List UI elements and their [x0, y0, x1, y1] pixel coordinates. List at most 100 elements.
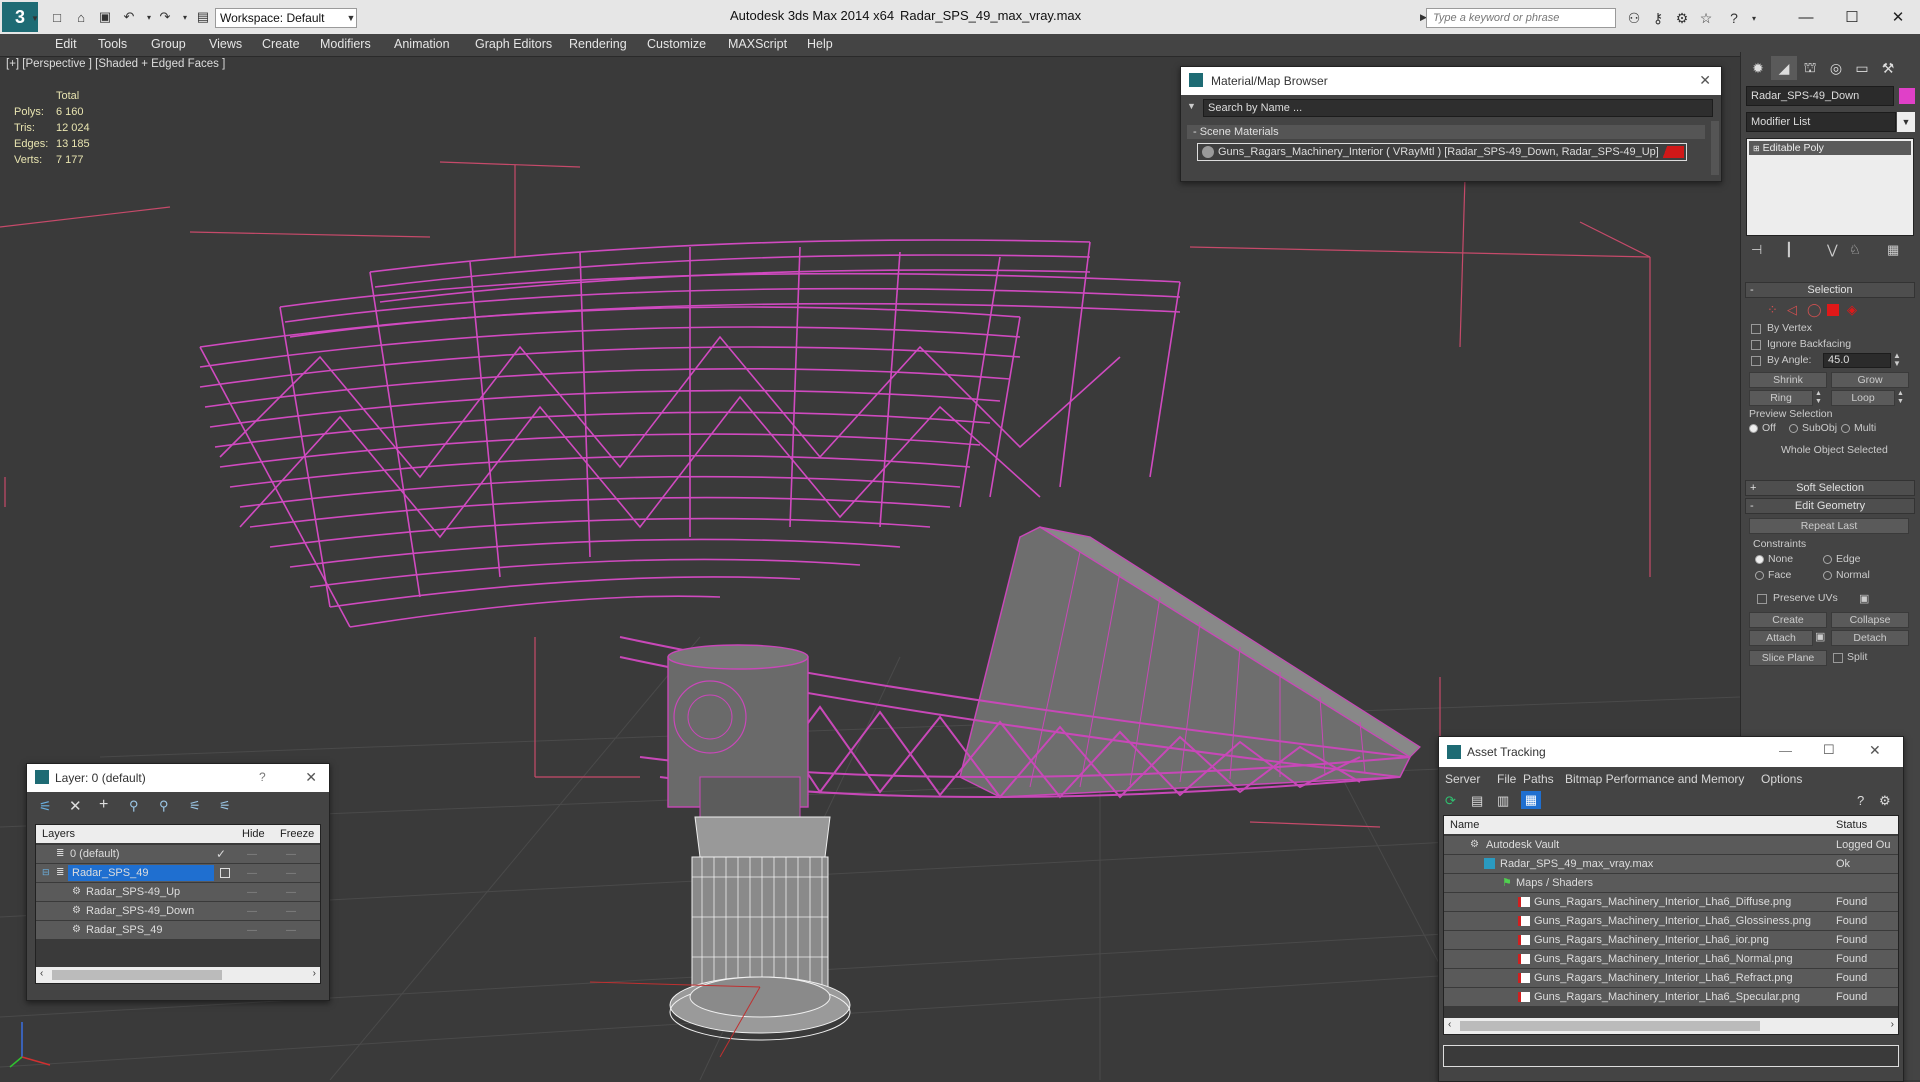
freeze-toggle[interactable]: — — [286, 925, 296, 936]
material-browser-close-icon[interactable]: ✕ — [1699, 72, 1711, 89]
object-name-field[interactable]: Radar_SPS-49_Down — [1746, 86, 1894, 106]
asset-maximize-icon[interactable]: ☐ — [1823, 742, 1835, 758]
hide-unhide-all-icon[interactable]: ⚟ — [189, 798, 201, 814]
repeat-last-button[interactable]: Repeat Last — [1749, 518, 1909, 534]
highlight-selected-layer-icon[interactable]: ⚲ — [159, 798, 169, 814]
layer-window-close-icon[interactable]: ✕ — [305, 769, 317, 786]
close-icon[interactable]: ✕ — [1878, 4, 1918, 30]
stack-expand-icon[interactable]: ⊞ — [1753, 144, 1760, 153]
border-mode-icon[interactable]: ◯ — [1807, 302, 1822, 318]
favorites-star-icon[interactable]: ☆ — [1696, 8, 1716, 28]
collapse-icon[interactable]: ⊟ — [42, 867, 50, 878]
asset-row[interactable]: Guns_Ragars_Machinery_Interior_Lha6_Norm… — [1444, 950, 1898, 968]
help-dropdown-icon[interactable]: ▾ — [1744, 8, 1764, 28]
constraint-face-radio[interactable] — [1755, 571, 1764, 580]
scroll-right-icon[interactable]: › — [313, 968, 316, 979]
preview-multi-radio[interactable] — [1841, 424, 1850, 433]
thumbnail-view-icon[interactable]: ▥ — [1497, 793, 1509, 809]
column-hide[interactable]: Hide — [242, 828, 265, 840]
selection-rollout-header[interactable]: - Selection — [1745, 282, 1915, 298]
column-status[interactable]: Status — [1836, 819, 1867, 831]
modifier-list-arrow-icon[interactable]: ▼ — [1897, 112, 1915, 132]
material-list-item[interactable]: Guns_Ragars_Machinery_Interior ( VRayMtl… — [1197, 143, 1687, 161]
browser-options-dropdown-icon[interactable]: ▼ — [1187, 101, 1196, 111]
object-color-swatch[interactable] — [1899, 88, 1915, 104]
asset-help-icon[interactable]: ? — [1857, 793, 1864, 808]
loop-button[interactable]: Loop — [1831, 390, 1895, 406]
shrink-button[interactable]: Shrink — [1749, 372, 1827, 388]
refresh-icon[interactable]: ⟳ — [1445, 793, 1456, 809]
minimize-icon[interactable]: — — [1786, 4, 1826, 30]
scroll-thumb[interactable] — [52, 970, 222, 980]
modify-tab-icon[interactable]: ◢ — [1771, 56, 1797, 80]
maximize-icon[interactable]: ☐ — [1832, 4, 1872, 30]
scroll-thumb[interactable] — [1460, 1021, 1760, 1031]
soft-selection-rollout-header[interactable]: + Soft Selection — [1745, 480, 1915, 496]
modifier-list-dropdown[interactable]: Modifier List — [1746, 112, 1896, 132]
menu-edit[interactable]: Edit — [55, 37, 77, 51]
create-button[interactable]: Create — [1749, 612, 1827, 628]
undo-icon[interactable]: ↶ — [120, 8, 138, 26]
show-end-result-icon[interactable]: ┃ — [1785, 242, 1793, 258]
loop-spinner-icon[interactable]: ▲ ▼ — [1897, 390, 1904, 406]
open-file-icon[interactable]: ⌂ — [72, 8, 90, 26]
create-layer-icon[interactable]: ⚟ — [39, 798, 52, 815]
menu-help[interactable]: Help — [807, 37, 833, 51]
asset-row[interactable]: Guns_Ragars_Machinery_Interior_Lha6_Spec… — [1444, 988, 1898, 1006]
ring-button[interactable]: Ring — [1749, 390, 1813, 406]
asset-row[interactable]: Guns_Ragars_Machinery_Interior_Lha6_Refr… — [1444, 969, 1898, 987]
asset-menu-options[interactable]: Options — [1761, 772, 1802, 786]
asset-row[interactable]: Guns_Ragars_Machinery_Interior_Lha6_Diff… — [1444, 893, 1898, 911]
make-unique-icon[interactable]: ⋁ — [1827, 242, 1838, 258]
ring-spinner-icon[interactable]: ▲ ▼ — [1815, 390, 1822, 406]
asset-row[interactable]: Guns_Ragars_Machinery_Interior_Lha6_ior.… — [1444, 931, 1898, 949]
menu-create[interactable]: Create — [262, 37, 300, 51]
by-vertex-checkbox[interactable] — [1751, 324, 1761, 334]
constraint-edge-radio[interactable] — [1823, 555, 1832, 564]
asset-tracking-titlebar[interactable]: Asset Tracking — ☐ ✕ — [1439, 737, 1903, 767]
freeze-unfreeze-all-icon[interactable]: ⚟ — [219, 798, 231, 814]
constraint-normal-radio[interactable] — [1823, 571, 1832, 580]
hide-toggle[interactable]: — — [247, 906, 257, 917]
create-tab-icon[interactable]: ✹ — [1745, 56, 1771, 80]
layer-row[interactable]: ⚙ Radar_SPS-49_Up — — — [36, 883, 320, 901]
pin-stack-icon[interactable]: ⊣ — [1751, 242, 1762, 258]
scroll-right-icon[interactable]: › — [1891, 1019, 1894, 1030]
asset-list-horizontal-scrollbar[interactable]: ‹ › — [1444, 1018, 1898, 1034]
angle-spinner-field[interactable]: 45.0 — [1823, 353, 1891, 368]
preserve-uvs-settings-icon[interactable]: ▣ — [1859, 592, 1869, 605]
delete-layer-icon[interactable]: ✕ — [69, 797, 82, 815]
asset-row[interactable]: ⚙ Autodesk Vault Logged Ou — [1444, 836, 1898, 854]
binoculars-icon[interactable]: ⚇ — [1624, 8, 1644, 28]
freeze-toggle[interactable]: — — [286, 887, 296, 898]
workspace-dropdown-arrow-icon[interactable]: ▼ — [344, 8, 358, 28]
remove-modifier-icon[interactable]: ♘ — [1849, 242, 1861, 258]
preview-off-radio[interactable] — [1749, 424, 1758, 433]
layer-row[interactable]: ≣ 0 (default) ✓ — — — [36, 845, 320, 863]
asset-minimize-icon[interactable]: — — [1779, 743, 1792, 758]
column-layers[interactable]: Layers — [42, 828, 75, 840]
layer-row[interactable]: ⚙ Radar_SPS-49_Down — — — [36, 902, 320, 920]
element-mode-icon[interactable]: ◈ — [1847, 302, 1857, 318]
column-name[interactable]: Name — [1450, 819, 1479, 831]
attach-list-icon[interactable]: ▣ — [1815, 630, 1825, 643]
hide-toggle[interactable]: — — [247, 868, 257, 879]
edit-geometry-rollout-header[interactable]: - Edit Geometry — [1745, 498, 1915, 514]
constraint-none-radio[interactable] — [1755, 555, 1764, 564]
attach-button[interactable]: Attach — [1749, 630, 1813, 646]
preserve-uvs-checkbox[interactable] — [1757, 594, 1767, 604]
key-icon[interactable]: ⚷ — [1648, 8, 1668, 28]
current-layer-check-icon[interactable]: ✓ — [216, 847, 226, 861]
project-folder-icon[interactable]: ▤ — [194, 8, 212, 26]
menu-rendering[interactable]: Rendering — [569, 37, 627, 51]
polygon-mode-icon[interactable] — [1827, 304, 1839, 316]
split-checkbox[interactable] — [1833, 653, 1843, 663]
asset-menu-bitmap-performance[interactable]: Bitmap Performance and Memory — [1565, 772, 1744, 786]
menu-tools[interactable]: Tools — [98, 37, 127, 51]
scene-materials-group-header[interactable]: - Scene Materials — [1187, 125, 1705, 139]
asset-path-field[interactable] — [1443, 1045, 1899, 1067]
menu-maxscript[interactable]: MAXScript — [728, 37, 787, 51]
collapse-button[interactable]: Collapse — [1831, 612, 1909, 628]
select-objects-in-layer-icon[interactable]: ⚲ — [129, 798, 139, 814]
add-to-layer-icon[interactable]: + — [99, 796, 108, 814]
